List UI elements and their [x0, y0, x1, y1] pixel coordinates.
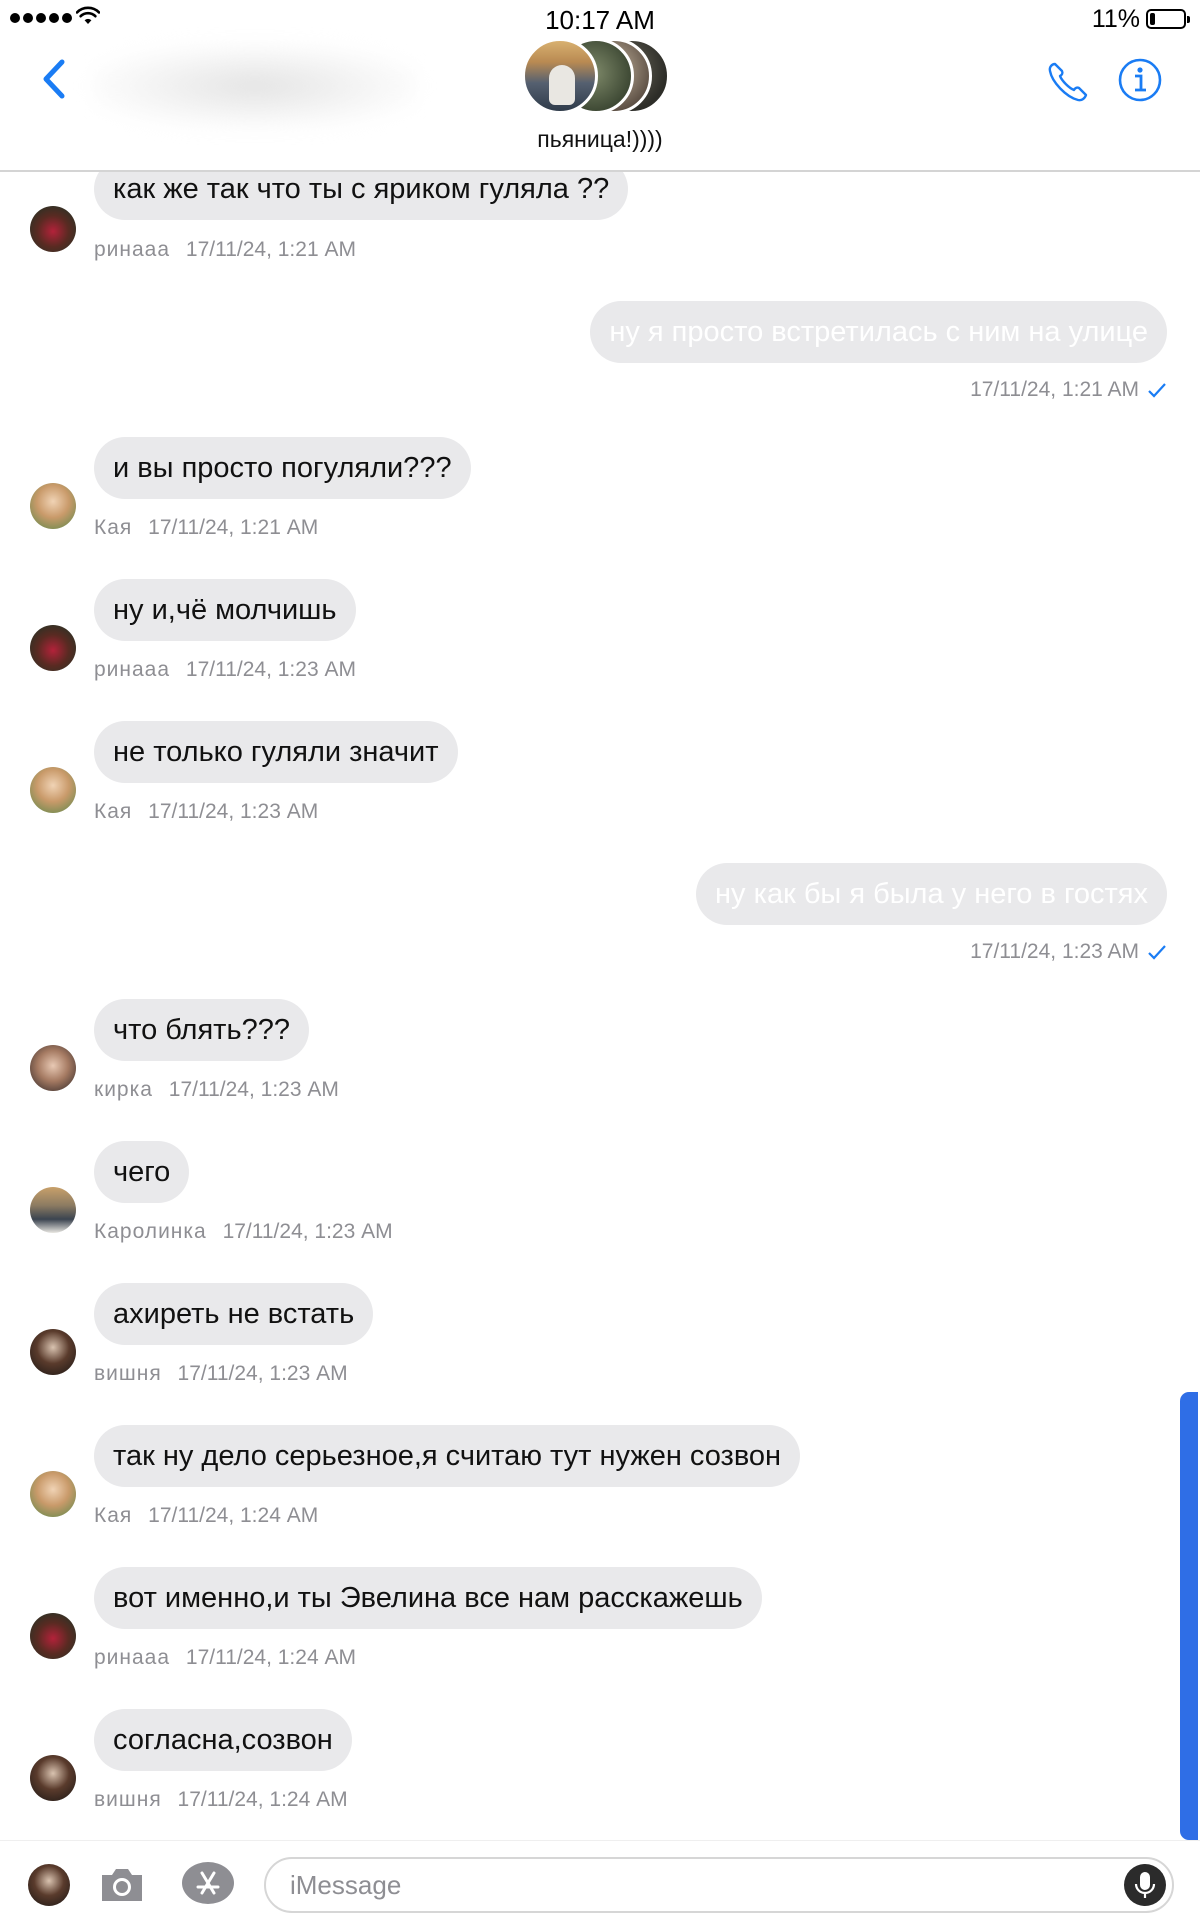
sender-name: Кая: [94, 1504, 133, 1527]
message-meta: Кая 17/11/24, 1:23 AM: [94, 800, 318, 824]
message-timestamp: 17/11/24, 1:24 AM: [177, 1788, 348, 1811]
sender-name: Кая: [94, 516, 133, 539]
incoming-message-bubble[interactable]: так ну дело серьезное,я считаю тут нужен…: [94, 1425, 801, 1487]
message-row-incoming: как же так что ты с яриком гуляла ??: [0, 172, 1200, 248]
message-timestamp: 17/11/24, 1:23 AM: [970, 940, 1139, 963]
back-chevron-icon[interactable]: [34, 54, 74, 104]
message-input[interactable]: [264, 1857, 1174, 1913]
sender-avatar[interactable]: [30, 1471, 76, 1517]
group-avatar-stack[interactable]: [522, 38, 682, 116]
delivered-check-icon: [1148, 945, 1166, 960]
message-meta: вишня 17/11/24, 1:23 AM: [94, 1362, 348, 1386]
sender-name: кирка: [94, 1078, 153, 1101]
message-timestamp: 17/11/24, 1:23 AM: [185, 658, 356, 681]
incoming-message-bubble[interactable]: не только гуляли значит: [94, 721, 458, 783]
blurred-area: [90, 44, 420, 128]
sender-name: вишня: [94, 1362, 162, 1385]
battery-percent: 11%: [1091, 5, 1140, 33]
group-name[interactable]: пьяница!)))): [0, 126, 1200, 153]
phone-icon[interactable]: [1046, 60, 1090, 104]
message-timestamp: 17/11/24, 1:23 AM: [177, 1362, 348, 1385]
message-timestamp: 17/11/24, 1:23 AM: [148, 800, 319, 823]
incoming-message-bubble[interactable]: чего: [94, 1141, 190, 1203]
sender-name: ринааа: [94, 238, 171, 261]
incoming-message-bubble[interactable]: вот именно,и ты Эвелина все нам расскаже…: [94, 1567, 762, 1629]
message-timestamp: 17/11/24, 1:23 AM: [222, 1220, 393, 1243]
sender-avatar[interactable]: [30, 767, 76, 813]
info-icon[interactable]: [1116, 56, 1164, 104]
sender-avatar[interactable]: [30, 1045, 76, 1091]
message-meta: Кая 17/11/24, 1:24 AM: [94, 1504, 318, 1528]
conversation-header: пьяница!)))): [0, 38, 1200, 172]
sender-name: ринааа: [94, 1646, 171, 1669]
status-time: 10:17 AM: [545, 5, 655, 35]
message-timestamp: 17/11/24, 1:23 AM: [168, 1078, 339, 1101]
incoming-message-bubble[interactable]: и вы просто погуляли???: [94, 437, 471, 499]
compose-bar: [0, 1840, 1200, 1920]
group-member-avatar: [522, 38, 598, 114]
message-timestamp: 17/11/24, 1:24 AM: [185, 1646, 356, 1669]
message-meta: кирка 17/11/24, 1:23 AM: [94, 1078, 339, 1102]
avatar[interactable]: [28, 1864, 70, 1906]
message-timestamp: 17/11/24, 1:21 AM: [970, 378, 1139, 401]
sender-avatar[interactable]: [30, 1613, 76, 1659]
message-meta: 17/11/24, 1:21 AM: [970, 378, 1167, 402]
message-meta: ринааа 17/11/24, 1:21 AM: [94, 238, 356, 262]
status-bar: 10:17 AM 11%: [0, 0, 1200, 38]
sender-avatar[interactable]: [30, 1755, 76, 1801]
sender-avatar[interactable]: [30, 1187, 76, 1233]
sender-name: Кая: [94, 800, 133, 823]
microphone-icon[interactable]: [1124, 1864, 1166, 1906]
message-meta: ринааа 17/11/24, 1:23 AM: [94, 658, 356, 682]
sender-avatar[interactable]: [30, 625, 76, 671]
message-meta: Каролинка 17/11/24, 1:23 AM: [94, 1220, 393, 1244]
message-meta: ринааа 17/11/24, 1:24 AM: [94, 1646, 356, 1670]
battery-level-fill: [1150, 13, 1155, 25]
battery-icon: [1146, 9, 1190, 29]
sender-avatar[interactable]: [30, 1329, 76, 1375]
outgoing-message-bubble[interactable]: ну как бы я была у него в гостях: [696, 863, 1167, 925]
incoming-message-bubble[interactable]: ну и,чё молчишь: [94, 579, 356, 641]
incoming-message-bubble[interactable]: согласна,созвон: [94, 1709, 352, 1771]
message-timestamp: 17/11/24, 1:21 AM: [185, 238, 356, 261]
scroll-indicator[interactable]: [1180, 1392, 1198, 1840]
outgoing-message-bubble[interactable]: ну я просто встретилась с ним на улице: [590, 301, 1167, 363]
sender-name: вишня: [94, 1788, 162, 1811]
incoming-message-bubble[interactable]: что блять???: [94, 999, 309, 1061]
sender-name: ринааа: [94, 658, 171, 681]
incoming-message-bubble[interactable]: как же так что ты с яриком гуляла ??: [94, 172, 629, 220]
sender-name: Каролинка: [94, 1220, 207, 1243]
sender-avatar[interactable]: [30, 206, 76, 252]
app-store-icon[interactable]: [180, 1859, 236, 1907]
camera-icon[interactable]: [98, 1865, 146, 1905]
sender-avatar[interactable]: [30, 483, 76, 529]
incoming-message-bubble[interactable]: ахиреть не встать: [94, 1283, 374, 1345]
delivered-check-icon: [1148, 383, 1166, 398]
message-timestamp: 17/11/24, 1:24 AM: [148, 1504, 319, 1527]
message-meta: 17/11/24, 1:23 AM: [970, 940, 1167, 964]
message-list[interactable]: как же так что ты с яриком гуляла ?? рин…: [0, 172, 1200, 1840]
message-meta: вишня 17/11/24, 1:24 AM: [94, 1788, 348, 1812]
message-meta: Кая 17/11/24, 1:21 AM: [94, 516, 318, 540]
message-timestamp: 17/11/24, 1:21 AM: [148, 516, 319, 539]
